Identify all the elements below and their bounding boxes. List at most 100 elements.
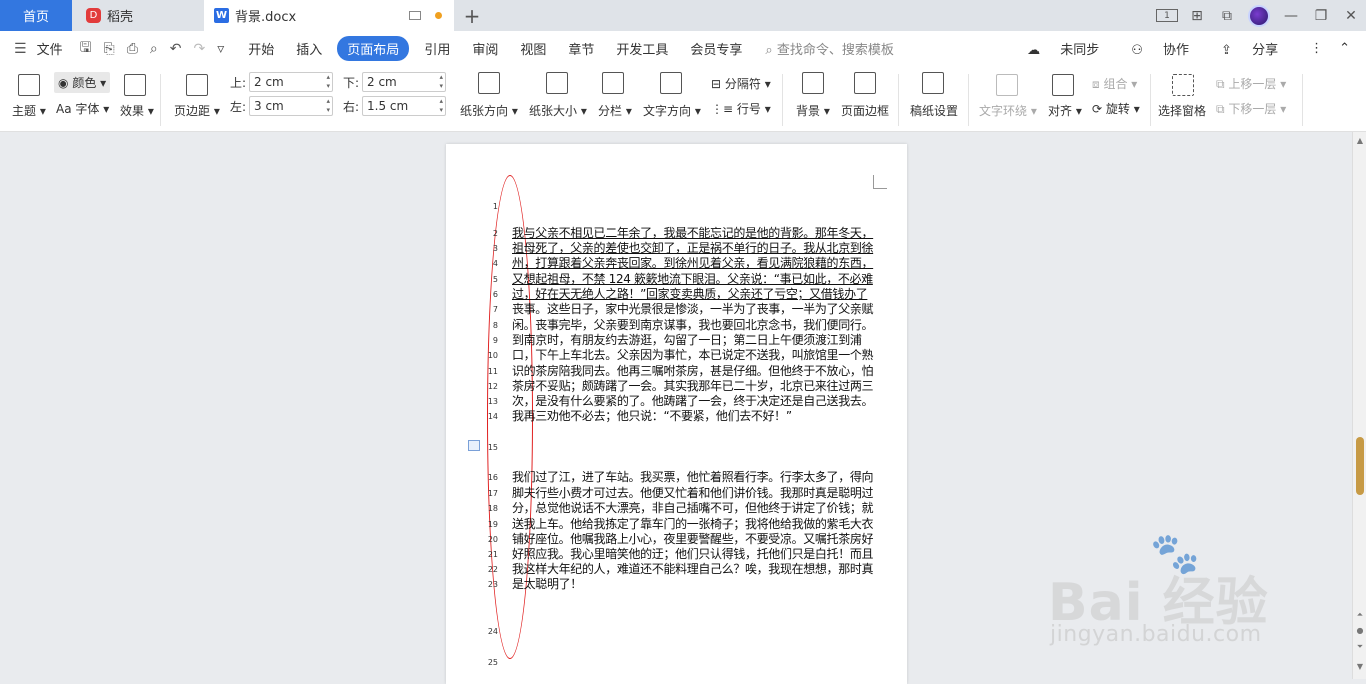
document-text-line[interactable]: 脚夫行些小费才可过去。他便又忙着和他们讲价钱。我那时真是聪明过 [512, 486, 874, 501]
manuscript-icon[interactable] [922, 72, 944, 94]
scroll-up-icon[interactable]: ▲ [1353, 136, 1366, 145]
document-text-line[interactable]: 次，是没有什么要紧的了。他踌躇了一会，终于决定还是自己送我去。 [512, 394, 874, 409]
columns-button[interactable]: 分栏 ▾ [598, 102, 632, 119]
bottom-margin-input[interactable]: 2 cm [362, 72, 446, 92]
document-text-line[interactable]: 茶房不妥贴；颇踌躇了一会。其实我那年已二十岁，北京已来往过两三 [512, 379, 874, 394]
vertical-scrollbar[interactable]: ▲ ⏶ ● ⏷ ▼ [1352, 132, 1366, 679]
bring-forward-button[interactable]: ⧉ 上移一层 ▾ [1216, 75, 1286, 92]
page-border-icon[interactable] [854, 72, 876, 94]
document-text-line[interactable]: 丧事。这些日子，家中光景很是惨淡，一半为了丧事，一半为了父亲赋 [512, 302, 874, 317]
group-button[interactable]: ⧈ 组合 ▾ [1092, 75, 1137, 92]
color-button[interactable]: ◉ 颜色 ▾ [54, 72, 111, 93]
text-direction-button[interactable]: 文字方向 ▾ [643, 102, 701, 119]
menu-section[interactable]: 章节 [568, 39, 594, 58]
tab-daoke[interactable]: D 稻壳 [74, 0, 200, 31]
columns-icon[interactable] [602, 72, 624, 94]
text-direction-icon[interactable] [660, 72, 682, 94]
menu-reference[interactable]: 引用 [424, 39, 450, 58]
share-button[interactable]: ⇪ 分享 [1221, 39, 1294, 58]
collapse-ribbon-icon[interactable]: ⌃ [1339, 41, 1350, 56]
theme-button[interactable]: 主题 ▾ [12, 102, 46, 119]
undo-icon[interactable]: ↶ [170, 41, 182, 57]
orientation-icon[interactable] [478, 72, 500, 94]
more-icon[interactable]: ⋮ [1310, 41, 1323, 56]
skin-icon[interactable]: ⧉ [1212, 0, 1242, 31]
menu-view[interactable]: 视图 [520, 39, 546, 58]
document-text-line[interactable]: 好照应我。我心里暗笑他的迂；他们只认得钱，托他们只是白托！而且 [512, 547, 874, 562]
restore-button[interactable]: ❐ [1306, 0, 1336, 31]
menu-developer[interactable]: 开发工具 [616, 39, 668, 58]
orientation-button[interactable]: 纸张方向 ▾ [460, 102, 518, 119]
page-border-button[interactable]: 页面边框 [841, 102, 889, 119]
align-icon[interactable] [1052, 74, 1074, 96]
scroll-down-icon[interactable]: ▼ [1353, 662, 1366, 671]
apps-grid-icon[interactable]: ⊞ [1182, 0, 1212, 31]
background-button[interactable]: 背景 ▾ [796, 102, 830, 119]
line-number-button[interactable]: ⋮≡ 行号 ▾ [711, 100, 771, 117]
effect-icon[interactable] [124, 74, 146, 96]
document-text-line[interactable]: 我们过了江，进了车站。我买票，他忙着照看行李。行李太多了，得向 [512, 470, 874, 485]
close-button[interactable]: ✕ [1336, 0, 1366, 31]
paper-size-icon[interactable] [546, 72, 568, 94]
send-backward-button[interactable]: ⧉ 下移一层 ▾ [1216, 100, 1286, 117]
document-text-line[interactable]: 识的茶房陪我同去。他再三嘱咐茶房，甚是仔细。但他终于不放心，怕 [512, 364, 874, 379]
document-text-line[interactable]: 送我上车。他给我拣定了靠车门的一张椅子；我将他给我做的紫毛大衣 [512, 517, 874, 532]
customize-icon[interactable]: ▿ [217, 41, 224, 57]
export-icon[interactable]: ⎘ [104, 41, 115, 57]
menu-member[interactable]: 会员专享 [690, 39, 742, 58]
left-margin-input[interactable]: 3 cm [249, 96, 333, 116]
minimize-button[interactable]: — [1276, 0, 1306, 31]
tab-document[interactable]: W 背景.docx [204, 0, 454, 31]
document-text-line[interactable]: 是太聪明了！ [512, 577, 874, 592]
rotate-button[interactable]: ⟳ 旋转 ▾ [1092, 100, 1140, 117]
document-text-line[interactable]: 州，打算跟着父亲奔丧回家。到徐州见着父亲，看见满院狼藉的东西， [512, 256, 874, 271]
collab-button[interactable]: ⚇ 协作 [1131, 39, 1205, 58]
sync-button[interactable]: ☁ 未同步 [1027, 39, 1115, 58]
redo-icon[interactable]: ↷ [194, 41, 206, 57]
command-search[interactable]: ⌕ 查找命令、搜索模板 [765, 39, 893, 58]
document-text-line[interactable]: 我与父亲不相见已二年余了，我最不能忘记的是他的背影。那年冬天， [512, 226, 874, 241]
layout-button[interactable]: 1 [1152, 0, 1182, 31]
hamburger-icon[interactable]: ☰ [14, 41, 27, 57]
text-wrap-button[interactable]: 文字环绕 ▾ [979, 102, 1037, 119]
document-page[interactable]: 1 2 我与父亲不相见已二年余了，我最不能忘记的是他的背影。那年冬天， 3 祖母死了，父… [446, 144, 907, 684]
menu-start[interactable]: 开始 [248, 39, 274, 58]
print-preview-icon[interactable]: ⌕ [150, 41, 158, 57]
scroll-thumb[interactable] [1356, 437, 1364, 495]
document-text-line[interactable]: 口，下午上车北去。父亲因为事忙，本已说定不送我，叫旅馆里一个熟 [512, 348, 874, 363]
document-text-line[interactable]: 闲。丧事完毕，父亲要到南京谋事，我也要回北京念书，我们便同行。 [512, 318, 874, 333]
manuscript-button[interactable]: 稿纸设置 [910, 102, 958, 119]
document-text-line[interactable]: 又想起祖母，不禁 124 簌簌地流下眼泪。父亲说：“事已如此，不必难 [512, 272, 874, 287]
selection-pane-button[interactable]: 选择窗格 [1158, 102, 1206, 119]
prev-page-icon[interactable]: ⏶ [1353, 610, 1366, 620]
save-icon[interactable]: 🖫 [80, 37, 92, 61]
document-text-line[interactable]: 铺好座位。他嘱我路上小心，夜里要警醒些，不要受凉。又嘱托茶房好 [512, 532, 874, 547]
menu-file[interactable]: 文件 [37, 39, 63, 58]
menu-review[interactable]: 审阅 [472, 39, 498, 58]
document-text-line[interactable]: 我这样大年纪的人，难道还不能料理自己么？唉，我现在想想，那时真 [512, 562, 874, 577]
document-text-line[interactable]: 祖母死了，父亲的差使也交卸了，正是祸不单行的日子。我从北京到徐 [512, 241, 874, 256]
align-button[interactable]: 对齐 ▾ [1048, 102, 1082, 119]
paper-size-button[interactable]: 纸张大小 ▾ [529, 102, 587, 119]
monitor-icon[interactable] [409, 11, 421, 20]
paragraph-layout-icon[interactable] [468, 440, 480, 451]
print-icon[interactable]: ⎙ [127, 41, 138, 57]
next-page-icon[interactable]: ⏷ [1353, 642, 1366, 652]
document-text-line[interactable]: 过，好在天无绝人之路！”回家变卖典质，父亲还了亏空；又借钱办了 [512, 287, 874, 302]
select-browse-icon[interactable]: ● [1353, 626, 1366, 635]
font-button[interactable]: Aa 字体 ▾ [56, 100, 109, 117]
top-margin-input[interactable]: 2 cm [249, 72, 333, 92]
document-text-line[interactable]: 我再三劝他不必去；他只说：“不要紧，他们去不好！” [512, 409, 874, 424]
new-tab-button[interactable]: + [458, 0, 486, 31]
theme-icon[interactable] [18, 74, 40, 96]
background-icon[interactable] [802, 72, 824, 94]
text-wrap-icon[interactable] [996, 74, 1018, 96]
margins-button[interactable]: 页边距 ▾ [174, 102, 220, 119]
separator-button[interactable]: ⊟ 分隔符 ▾ [711, 75, 771, 92]
document-text-line[interactable]: 到南京时，有朋友约去游逛，勾留了一日；第二日上午便须渡江到浦 [512, 333, 874, 348]
right-margin-input[interactable]: 1.5 cm [362, 96, 446, 116]
menu-insert[interactable]: 插入 [296, 39, 322, 58]
tab-home[interactable]: 首页 [0, 0, 72, 31]
effect-button[interactable]: 效果 ▾ [120, 102, 154, 119]
selection-pane-icon[interactable] [1172, 74, 1194, 96]
